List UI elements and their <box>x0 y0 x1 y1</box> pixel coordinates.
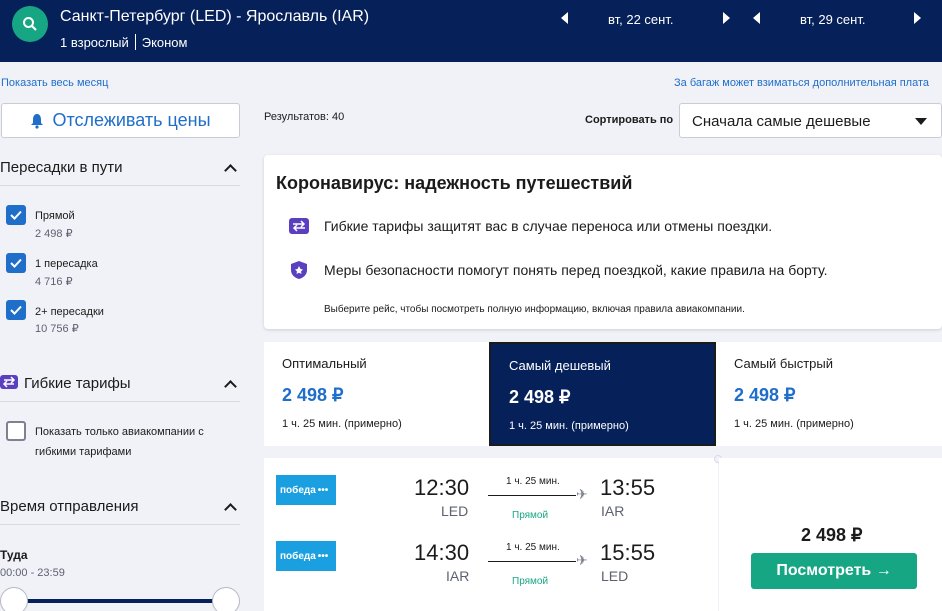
departure-time-slider[interactable] <box>14 599 226 603</box>
airline-logo: победа ••• <box>276 541 336 571</box>
next-date-back-icon[interactable] <box>914 12 921 24</box>
flight-result-card[interactable]: победа ••• 12:30 LED 1 ч. 25 мин. ✈ Прямо… <box>264 458 718 611</box>
results-count: Результатов: 40 <box>264 111 345 123</box>
flexible-only-label: Показать только авиакомпании с гибкими т… <box>35 426 204 458</box>
prev-date-out-icon[interactable] <box>561 12 568 24</box>
stop-option-price: 2 498 ₽ <box>35 228 73 240</box>
route-line <box>488 561 576 562</box>
passengers-count: 1 взрослый <box>60 34 129 50</box>
departure-airport: LED <box>441 503 469 519</box>
tab-cheapest[interactable]: Самый дешевый 2 498 ₽ 1 ч. 25 мин. (прим… <box>489 342 716 446</box>
date-back[interactable]: вт, 29 сент. <box>800 12 865 27</box>
tab-price: 2 498 ₽ <box>282 385 344 405</box>
passenger-summary[interactable]: 1 взрослый Эконом <box>60 34 187 50</box>
arrival-airport: IAR <box>601 503 625 519</box>
divider <box>0 185 240 186</box>
airline-logo: победа ••• <box>276 475 336 505</box>
arrival-time: 13:55 <box>600 475 656 500</box>
stop-option-label: 2+ пересадки <box>35 306 104 318</box>
track-prices-label: Отслеживать цены <box>52 110 211 130</box>
leg-duration: 1 ч. 25 мин. <box>506 476 560 487</box>
shield-icon <box>288 259 310 281</box>
flight-price: 2 498 ₽ <box>801 525 863 545</box>
covid-line-2: Меры безопасности помогут понять перед п… <box>324 262 828 278</box>
checkbox-direct[interactable] <box>6 205 26 225</box>
track-prices-button[interactable]: Отслеживать цены <box>1 103 240 138</box>
check-icon <box>10 258 22 268</box>
departure-time: 12:30 <box>414 475 470 500</box>
tab-price: 2 498 ₽ <box>734 385 796 405</box>
tab-fastest[interactable]: Самый быстрый 2 498 ₽ 1 ч. 25 мин. (прим… <box>716 342 942 446</box>
date-out[interactable]: вт, 22 сент. <box>608 12 673 27</box>
plane-icon: ✈ <box>576 486 588 502</box>
stop-option-price: 10 756 ₽ <box>35 323 79 335</box>
tab-price: 2 498 ₽ <box>509 387 571 407</box>
stops-label: Прямой <box>512 576 549 587</box>
departure-range: 00:00 - 23:59 <box>0 567 65 579</box>
departure-time-title[interactable]: Время отправления <box>0 498 139 515</box>
divider <box>0 401 240 402</box>
flexible-fare-icon <box>288 215 310 237</box>
plane-icon: ✈ <box>576 552 588 568</box>
covid-info-card: Коронавирус: надежность путешествий Гибк… <box>264 155 942 329</box>
chevron-up-icon[interactable] <box>224 380 237 393</box>
stop-option-price: 4 716 ₽ <box>35 276 73 288</box>
departure-airport: IAR <box>446 568 470 584</box>
next-date-out-icon[interactable] <box>723 12 730 24</box>
covid-note: Выберите рейс, чтобы посмотреть полную и… <box>324 304 745 315</box>
checkbox-two-plus-stops[interactable] <box>6 300 26 320</box>
tab-duration: 1 ч. 25 мин. (примерно) <box>734 418 854 430</box>
tab-duration: 1 ч. 25 мин. (примерно) <box>282 418 402 430</box>
tab-name: Самый быстрый <box>734 356 833 371</box>
flexible-fare-icon <box>0 375 18 389</box>
sort-label: Сортировать по <box>585 114 674 126</box>
view-flight-button[interactable]: Посмотреть → <box>751 553 917 589</box>
covid-title: Коронавирус: надежность путешествий <box>276 173 633 193</box>
covid-safety-row: Меры безопасности помогут понять перед п… <box>288 259 828 281</box>
tab-name: Оптимальный <box>282 356 367 371</box>
search-icon <box>23 17 37 31</box>
search-button[interactable] <box>12 6 48 42</box>
show-month-link[interactable]: Показать весь месяц <box>1 77 108 89</box>
divider <box>134 34 136 50</box>
check-icon <box>10 305 22 315</box>
flexible-fares-title[interactable]: Гибкие тарифы <box>24 375 131 392</box>
leg-duration: 1 ч. 25 мин. <box>506 542 560 553</box>
stop-option-label: Прямой <box>35 210 75 222</box>
prev-date-back-icon[interactable] <box>753 12 760 24</box>
departure-direction: Туда <box>0 548 28 562</box>
checkbox-one-stop[interactable] <box>6 253 26 273</box>
stops-filter-title[interactable]: Пересадки в пути <box>0 159 123 176</box>
slider-handle-start[interactable] <box>0 587 28 611</box>
covid-flexible-row: Гибкие тарифы защитят вас в случае перен… <box>288 215 772 237</box>
route-line <box>488 495 576 496</box>
divider <box>0 524 240 525</box>
tab-duration: 1 ч. 25 мин. (примерно) <box>509 420 629 432</box>
route-title[interactable]: Санкт-Петербург (LED) - Ярославль (IAR) <box>60 8 369 26</box>
sort-value: Сначала самые дешевые <box>692 113 871 130</box>
departure-time: 14:30 <box>414 540 470 565</box>
slider-handle-end[interactable] <box>212 587 240 611</box>
bell-icon <box>31 113 44 129</box>
caret-down-icon <box>915 118 927 125</box>
price-panel: 2 498 ₽ Посмотреть → <box>719 458 942 611</box>
check-icon <box>10 210 22 220</box>
checkbox-flexible-only[interactable] <box>6 421 26 441</box>
tab-optimal[interactable]: Оптимальный 2 498 ₽ 1 ч. 25 мин. (пример… <box>264 342 489 446</box>
tab-name: Самый дешевый <box>509 358 611 373</box>
chevron-up-icon[interactable] <box>224 503 237 516</box>
stops-label: Прямой <box>512 510 549 521</box>
search-header: Санкт-Петербург (LED) - Ярославль (IAR) … <box>0 0 942 62</box>
sort-tabs: Оптимальный 2 498 ₽ 1 ч. 25 мин. (пример… <box>264 342 942 446</box>
stop-option-label: 1 пересадка <box>35 258 98 270</box>
cabin-class: Эконом <box>141 34 188 50</box>
covid-line-1: Гибкие тарифы защитят вас в случае перен… <box>324 218 773 234</box>
baggage-note-link[interactable]: За багаж может взиматься дополнительная … <box>674 77 929 89</box>
chevron-up-icon[interactable] <box>224 164 237 177</box>
arrival-airport: LED <box>601 568 629 584</box>
arrival-time: 15:55 <box>600 540 656 565</box>
sort-select[interactable]: Сначала самые дешевые <box>679 103 942 138</box>
